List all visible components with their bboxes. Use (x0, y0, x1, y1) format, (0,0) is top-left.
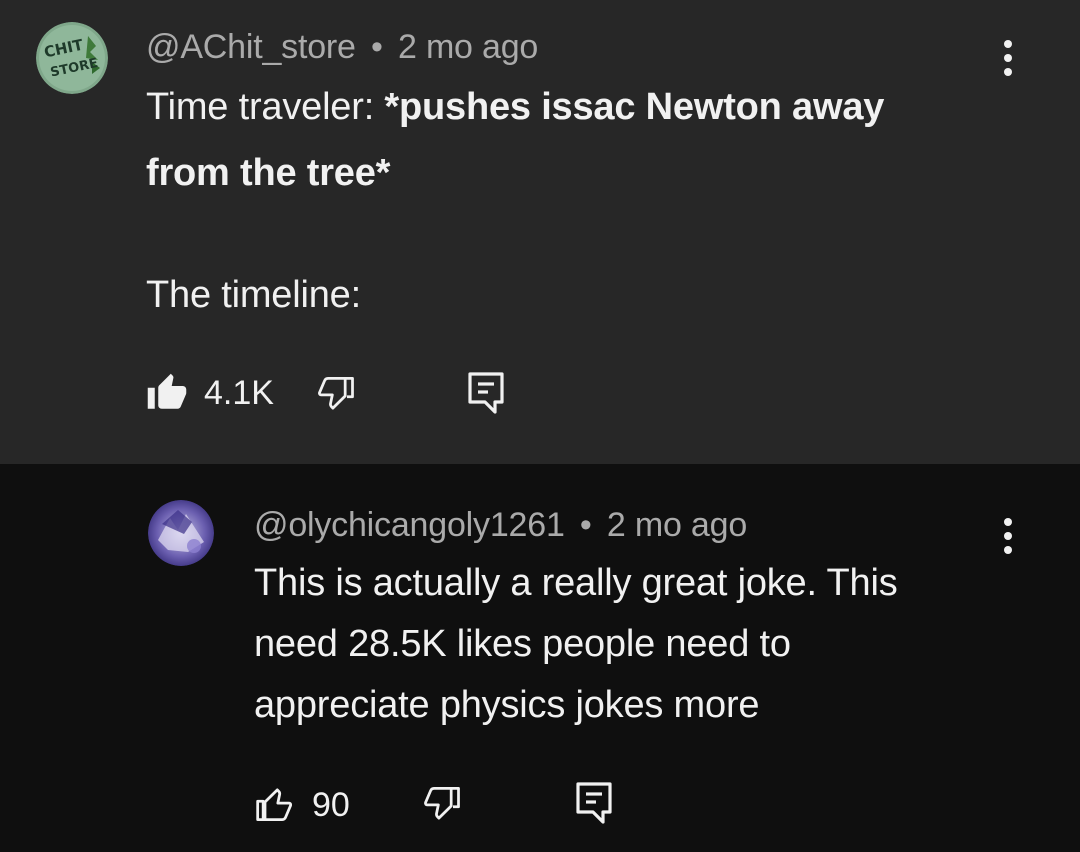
like-count: 4.1K (204, 374, 274, 412)
thumbs-down-outline-icon (318, 377, 354, 410)
thumbs-up-outline-icon (256, 788, 293, 821)
like-button[interactable] (146, 372, 188, 414)
thumbs-up-filled-icon (147, 373, 187, 409)
avatar-image-icon (148, 500, 214, 566)
reply-button[interactable] (574, 780, 614, 826)
reply-comment-icon (576, 782, 612, 824)
dislike-button[interactable] (420, 782, 464, 826)
comment-author[interactable]: @olychicangoly1261 (254, 506, 565, 544)
comment-highlighted: CHIT STORE @AChit_store • 2 mo ago Time … (0, 0, 1080, 464)
thumbs-down-outline-icon (424, 787, 460, 820)
comment-text-line: Time traveler: *pushes issac Newton away (146, 86, 884, 129)
like-button[interactable] (254, 782, 298, 826)
reply-button[interactable] (466, 370, 506, 416)
comment-time: 2 mo ago (606, 506, 748, 544)
avatar[interactable] (148, 500, 214, 566)
comment-text-bold: *pushes issac Newton away (384, 86, 885, 128)
avatar-logo-icon: CHIT STORE (36, 22, 108, 94)
like-count: 90 (312, 786, 350, 824)
comment-text-line: need 28.5K likes people need to (254, 623, 791, 665)
comment-text-line: The timeline: (146, 274, 361, 316)
comment-text-line: This is actually a really great joke. Th… (254, 562, 898, 604)
comment-text-plain: Time traveler: (146, 86, 385, 128)
avatar[interactable]: CHIT STORE (36, 22, 108, 94)
comment-meta: @olychicangoly1261 • 2 mo ago (254, 506, 747, 545)
comment-time: 2 mo ago (397, 28, 539, 66)
reply-comment-icon (468, 372, 504, 414)
comment-menu-button[interactable] (998, 36, 1018, 80)
comment-text-line: from the tree* (146, 152, 391, 194)
dislike-button[interactable] (314, 372, 358, 416)
comment-author[interactable]: @AChit_store (146, 28, 356, 66)
meta-separator: • (579, 506, 592, 544)
comment-text-line: appreciate physics jokes more (254, 684, 760, 726)
comment-meta: @AChit_store • 2 mo ago (146, 28, 538, 67)
meta-separator: • (371, 28, 383, 66)
comment-menu-button[interactable] (998, 514, 1018, 558)
